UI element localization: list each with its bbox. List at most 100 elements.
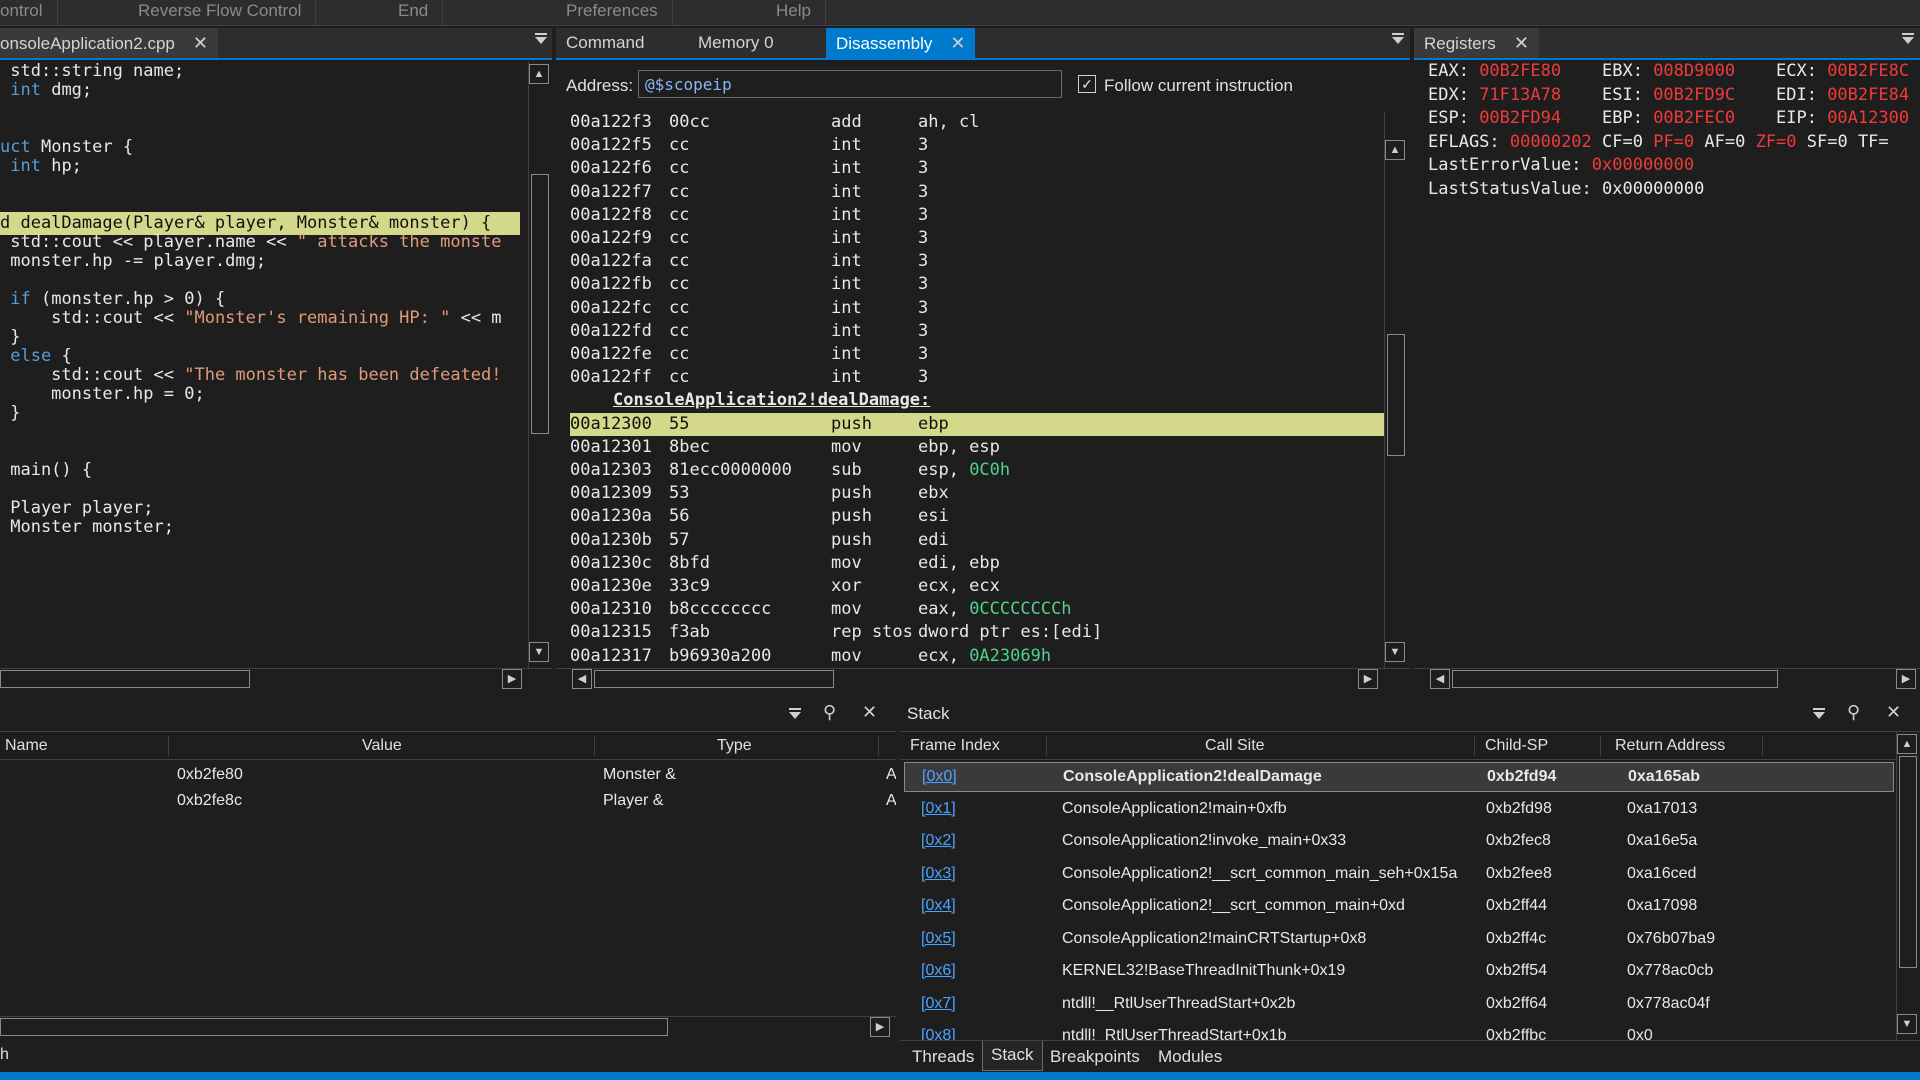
table-row[interactable]: [0x3] ConsoleApplication2!__scrt_common_m…	[904, 860, 1894, 890]
disassembly-row[interactable]: 00a122f8 cc int 3	[570, 204, 1384, 227]
scroll-left-arrow-icon[interactable]: ◀	[572, 669, 592, 689]
table-row[interactable]: [0x4] ConsoleApplication2!__scrt_common_m…	[904, 892, 1894, 922]
column-divider[interactable]	[878, 736, 879, 756]
tab-modules[interactable]: Modules	[1158, 1047, 1222, 1067]
tab-disassembly[interactable]: Disassembly ✕	[826, 28, 976, 58]
disassembly-row[interactable]: 00a122fb cc int 3	[570, 273, 1384, 296]
frame-index-link[interactable]: [0x0]	[922, 768, 957, 786]
stack-vertical-scrollbar[interactable]: ▲ ▼	[1896, 732, 1918, 1040]
register-edx[interactable]: EDX: 71F13A78	[1428, 84, 1561, 107]
column-divider[interactable]	[168, 736, 169, 756]
column-divider[interactable]	[1474, 736, 1475, 756]
disassembly-row[interactable]: 00a1230a 56 push esi	[570, 505, 1384, 528]
dropdown-icon[interactable]	[1813, 708, 1825, 719]
register-eip[interactable]: EIP: 00A12300	[1776, 107, 1909, 130]
locals-horizontal-scrollbar[interactable]: ▶	[0, 1016, 896, 1038]
disassembly-row[interactable]: 00a122f5 cc int 3	[570, 134, 1384, 157]
registers-horizontal-scrollbar[interactable]: ◀ ▶	[1414, 668, 1920, 690]
disassembly-row[interactable]: 00a122f3 00cc add ah, cl	[570, 111, 1384, 134]
dropdown-icon[interactable]	[789, 708, 801, 719]
scroll-left-arrow-icon[interactable]: ◀	[1430, 669, 1450, 689]
register-edi[interactable]: EDI: 00B2FE84	[1776, 84, 1909, 107]
scroll-thumb[interactable]	[1899, 756, 1917, 968]
disassembly-vertical-scrollbar[interactable]: ▲ ▼	[1384, 112, 1406, 668]
frame-index-link[interactable]: [0x3]	[921, 865, 956, 883]
tab-breakpoints[interactable]: Breakpoints	[1050, 1047, 1140, 1067]
tab-stack[interactable]: Stack	[982, 1041, 1043, 1071]
column-header-name[interactable]: Name	[5, 732, 48, 760]
disassembly-horizontal-scrollbar[interactable]: ◀ ▶	[556, 668, 1410, 690]
menu-preferences[interactable]: Preferences	[552, 0, 673, 26]
column-header-type[interactable]: Type	[717, 732, 752, 760]
disassembly-row[interactable]: 00a122fa cc int 3	[570, 250, 1384, 273]
disassembly-row[interactable]: 00a122f6 cc int 3	[570, 157, 1384, 180]
scroll-right-arrow-icon[interactable]: ▶	[502, 669, 522, 689]
table-row[interactable]: [0x1] ConsoleApplication2!main+0xfb 0xb2fd…	[904, 795, 1894, 825]
scroll-up-arrow-icon[interactable]: ▲	[1897, 734, 1917, 754]
tab-command[interactable]: Command	[556, 28, 654, 58]
table-row[interactable]: 0xb2fe8c Player & A	[0, 788, 896, 814]
column-header-frame-index[interactable]: Frame Index	[910, 732, 1000, 760]
register-ebp[interactable]: EBP: 00B2FEC0	[1602, 107, 1735, 130]
column-divider[interactable]	[1046, 736, 1047, 756]
scroll-thumb[interactable]	[1387, 334, 1405, 456]
frame-index-link[interactable]: [0x7]	[921, 995, 956, 1013]
close-icon[interactable]: ✕	[1514, 28, 1529, 58]
tab-registers[interactable]: Registers ✕	[1414, 28, 1539, 58]
disassembly-row[interactable]: 00a12315 f3ab rep stos dword ptr es:[edi]	[570, 621, 1384, 644]
current-instruction-row[interactable]: 00a12300 55 push ebp	[570, 412, 1384, 436]
register-esp[interactable]: ESP: 00B2FD94	[1428, 107, 1561, 130]
table-row[interactable]: [0x8] ntdll!_RtlUserThreadStart+0x1b 0xb2f…	[904, 1022, 1894, 1040]
disassembly-row[interactable]: 00a1230e 33c9 xor ecx, ecx	[570, 575, 1384, 598]
column-divider[interactable]	[1600, 736, 1601, 756]
disassembly-row[interactable]: 00a12317 b96930a200 mov ecx, 0A23069h	[570, 645, 1384, 668]
scroll-right-arrow-icon[interactable]: ▶	[1358, 669, 1378, 689]
frame-index-link[interactable]: [0x4]	[921, 897, 956, 915]
register-esi[interactable]: ESI: 00B2FD9C	[1602, 84, 1735, 107]
frame-index-link[interactable]: [0x6]	[921, 962, 956, 980]
register-eax[interactable]: EAX: 00B2FE80	[1428, 60, 1561, 83]
column-header-return-address[interactable]: Return Address	[1615, 732, 1725, 760]
close-icon[interactable]: ✕	[862, 702, 877, 723]
register-ebx[interactable]: EBX: 008D9000	[1602, 60, 1735, 83]
scroll-thumb[interactable]	[531, 174, 549, 434]
scroll-down-arrow-icon[interactable]: ▼	[529, 642, 549, 662]
disassembly-row[interactable]: 00a1230b 57 push edi	[570, 529, 1384, 552]
table-row[interactable]: [0x7] ntdll!__RtlUserThreadStart+0x2b 0xb2…	[904, 990, 1894, 1020]
scroll-right-arrow-icon[interactable]: ▶	[1896, 669, 1916, 689]
disassembly-row[interactable]: 00a122f7 cc int 3	[570, 181, 1384, 204]
disassembly-row[interactable]: 00a122fd cc int 3	[570, 320, 1384, 343]
close-icon[interactable]: ✕	[193, 28, 208, 58]
disassembly-row[interactable]: 00a12301 8bec mov ebp, esp	[570, 436, 1384, 459]
menu-reverse-flow-control[interactable]: Reverse Flow Control	[124, 0, 317, 26]
menu-control[interactable]: ontrol	[0, 0, 58, 26]
close-icon[interactable]: ✕	[1886, 702, 1901, 723]
scroll-down-arrow-icon[interactable]: ▼	[1385, 642, 1405, 662]
pin-icon[interactable]: ⚲	[823, 702, 836, 723]
column-divider[interactable]	[594, 736, 595, 756]
dropdown-icon[interactable]	[1902, 33, 1914, 44]
scroll-thumb[interactable]	[0, 670, 250, 688]
source-code-view[interactable]: std::string name; int dmg; uct Monster { …	[0, 58, 528, 668]
scroll-down-arrow-icon[interactable]: ▼	[1897, 1014, 1917, 1034]
table-row[interactable]: [0x2] ConsoleApplication2!invoke_main+0x3…	[904, 827, 1894, 857]
disassembly-row[interactable]: 00a122ff cc int 3	[570, 366, 1384, 389]
scroll-up-arrow-icon[interactable]: ▲	[529, 64, 549, 84]
frame-index-link[interactable]: [0x2]	[921, 832, 956, 850]
table-row[interactable]: [0x6] KERNEL32!BaseThreadInitThunk+0x19 0x…	[904, 957, 1894, 987]
pin-icon[interactable]: ⚲	[1847, 702, 1860, 723]
scroll-thumb[interactable]	[0, 1018, 668, 1036]
selected-stack-row[interactable]: [0x0] ConsoleApplication2!dealDamage 0xb2f…	[904, 762, 1894, 792]
close-icon[interactable]: ✕	[950, 28, 965, 58]
disassembly-row[interactable]: 00a1230c 8bfd mov edi, ebp	[570, 552, 1384, 575]
menu-help[interactable]: Help	[762, 0, 826, 26]
frame-index-link[interactable]: [0x1]	[921, 800, 956, 818]
source-horizontal-scrollbar[interactable]: ▶	[0, 668, 552, 690]
dropdown-icon[interactable]	[1392, 33, 1404, 44]
source-vertical-scrollbar[interactable]: ▲ ▼	[528, 62, 550, 668]
tab-source-file[interactable]: onsoleApplication2.cpp ✕	[0, 28, 218, 58]
source-line[interactable]: Monster monster;	[0, 516, 528, 539]
tab-threads[interactable]: Threads	[912, 1047, 974, 1067]
disassembly-row[interactable]: 00a12309 53 push ebx	[570, 482, 1384, 505]
disassembly-row[interactable]: 00a122fe cc int 3	[570, 343, 1384, 366]
